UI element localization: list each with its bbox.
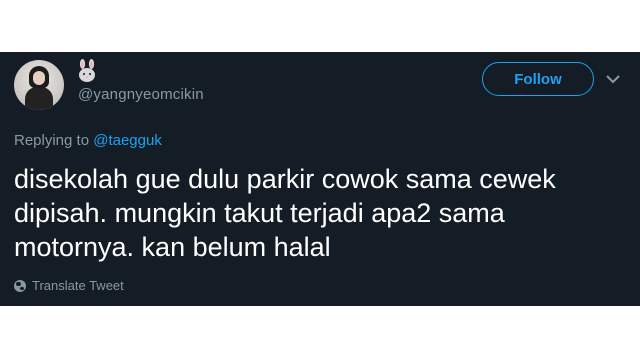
translate-tweet-label: Translate Tweet [32, 278, 124, 293]
avatar-figure-body [25, 87, 53, 110]
rabbit-face-icon [79, 59, 95, 82]
avatar[interactable] [14, 60, 64, 110]
globe-icon [14, 279, 26, 292]
user-handle[interactable]: @yangnyeomcikin [78, 86, 204, 103]
replying-to-label: Replying to [14, 132, 94, 149]
display-name[interactable] [74, 58, 100, 84]
chevron-down-icon[interactable] [606, 74, 620, 84]
translate-tweet-link[interactable]: Translate Tweet [14, 278, 124, 293]
replying-to-line: Replying to @taegguk [14, 132, 162, 149]
tweet-text: disekolah gue dulu parkir cowok sama cew… [14, 164, 556, 262]
tweet-card: @yangnyeomcikin Follow Replying to @taeg… [0, 52, 640, 306]
avatar-figure-face [33, 71, 45, 85]
follow-button[interactable]: Follow [482, 62, 594, 96]
replying-to-mention-link[interactable]: @taegguk [93, 132, 162, 149]
